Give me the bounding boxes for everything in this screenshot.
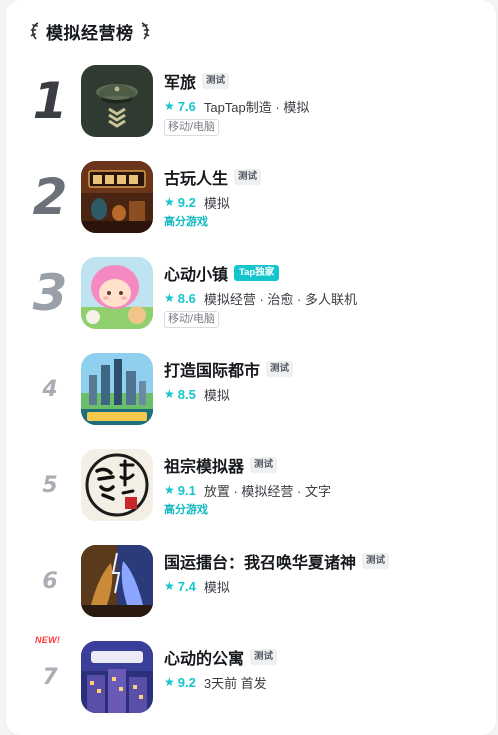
game-categories: TapTap制造 · 模拟: [203, 99, 310, 115]
test-tag: 测试: [250, 649, 278, 665]
antique-shop-icon[interactable]: [81, 161, 153, 233]
game-score: 7.6: [177, 98, 196, 114]
ranking-item-3[interactable]: 3 心动小镇 Tap独家 ★ 8.6 模拟经营 · 治愈 · 多人联机 移动/电…: [6, 257, 496, 345]
star-icon: ★: [164, 483, 175, 497]
rank-number: 7: [42, 664, 58, 690]
test-tag: 测试: [202, 73, 230, 89]
rank-number: 3: [32, 264, 68, 322]
ranking-item-4[interactable]: 4 打造国际都市 测试 ★ 8.5 模拟: [6, 353, 496, 441]
rank-number: 2: [32, 168, 68, 226]
star-icon: ★: [164, 291, 175, 305]
ranking-item-6[interactable]: 6 国运擂台：我召唤华夏诸神 测试 ★ 7.4 模拟: [6, 545, 496, 633]
ranking-title: 模拟经营榜: [46, 23, 134, 43]
game-categories: 3天前 首发: [203, 675, 267, 691]
game-info: 打造国际都市 测试 ★ 8.5 模拟: [164, 353, 486, 403]
game-categories: 模拟经营 · 治愈 · 多人联机: [203, 291, 357, 307]
star-icon: ★: [164, 387, 175, 401]
game-name[interactable]: 军旅: [164, 69, 196, 93]
game-score: 9.1: [177, 482, 196, 498]
game-name[interactable]: 心动的公寓: [164, 645, 244, 669]
game-categories: 放置 · 模拟经营 · 文字: [203, 483, 331, 499]
game-name[interactable]: 祖宗模拟器: [164, 453, 244, 477]
game-score: 7.4: [177, 578, 196, 594]
game-info: 心动的公寓 测试 ★ 9.2 3天前 首发: [164, 641, 486, 691]
game-info: 心动小镇 Tap独家 ★ 8.6 模拟经营 · 治愈 · 多人联机 移动/电脑: [164, 257, 486, 328]
rank-number: 1: [32, 72, 68, 130]
platform-badge: 移动/电脑: [164, 119, 220, 136]
game-categories: 模拟: [203, 195, 230, 211]
ranking-item-5[interactable]: 5 祖宗模拟器 测试 ★ 9.1 放置 · 模拟经营 · 文字 高分游戏: [6, 449, 496, 537]
game-score: 9.2: [177, 674, 196, 690]
test-tag: 测试: [266, 361, 294, 377]
game-categories: 模拟: [203, 387, 230, 403]
military-cap-icon[interactable]: [81, 65, 153, 137]
game-info: 古玩人生 测试 ★ 9.2 模拟 高分游戏: [164, 161, 486, 230]
apartment-night-icon[interactable]: [81, 641, 153, 713]
game-categories: 模拟: [203, 579, 230, 595]
test-tag: 测试: [234, 169, 262, 185]
test-tag: 测试: [250, 457, 278, 473]
star-icon: ★: [164, 579, 175, 593]
city-skyline-icon[interactable]: [81, 353, 153, 425]
high-score-badge: 高分游戏: [164, 504, 208, 516]
game-name[interactable]: 打造国际都市: [164, 357, 260, 381]
tap-exclusive-tag: Tap独家: [234, 265, 280, 281]
ranking-item-2[interactable]: 2 古玩人生 测试 ★ 9.2 模拟 高分游戏: [6, 161, 496, 249]
game-score: 8.6: [177, 290, 196, 306]
game-name[interactable]: 古玩人生: [164, 165, 228, 189]
ranking-card: 模拟经营榜 1 军旅 测试 ★ 7.6 TapTap制造 · 模拟 移动/电脑 …: [6, 0, 496, 735]
game-score: 8.5: [177, 386, 196, 402]
ranking-item-7[interactable]: NEW! 7 心动的公寓 测试 ★ 9.2 3天前 首发: [6, 635, 496, 729]
cute-girl-icon[interactable]: [81, 257, 153, 329]
deity-battle-icon[interactable]: [81, 545, 153, 617]
star-icon: ★: [164, 675, 175, 689]
star-icon: ★: [164, 99, 175, 113]
rank-number: 4: [42, 376, 58, 402]
game-name[interactable]: 心动小镇: [164, 261, 228, 285]
right-laurel-icon: [138, 21, 152, 41]
game-score: 9.2: [177, 194, 196, 210]
calligraphy-seal-icon[interactable]: [81, 449, 153, 521]
high-score-badge: 高分游戏: [164, 216, 208, 228]
rank-number: 6: [42, 568, 58, 594]
game-info: 军旅 测试 ★ 7.6 TapTap制造 · 模拟 移动/电脑: [164, 65, 486, 136]
game-info: 国运擂台：我召唤华夏诸神 测试 ★ 7.4 模拟: [164, 545, 486, 595]
rank-number: 5: [42, 472, 58, 498]
ranking-header: 模拟经营榜: [28, 18, 152, 44]
platform-badge: 移动/电脑: [164, 311, 220, 328]
ranking-item-1[interactable]: 1 军旅 测试 ★ 7.6 TapTap制造 · 模拟 移动/电脑: [6, 65, 496, 153]
game-name[interactable]: 国运擂台：我召唤华夏诸神: [164, 549, 356, 573]
test-tag: 测试: [362, 553, 390, 569]
star-icon: ★: [164, 195, 175, 209]
game-info: 祖宗模拟器 测试 ★ 9.1 放置 · 模拟经营 · 文字 高分游戏: [164, 449, 486, 518]
left-laurel-icon: [28, 21, 42, 41]
